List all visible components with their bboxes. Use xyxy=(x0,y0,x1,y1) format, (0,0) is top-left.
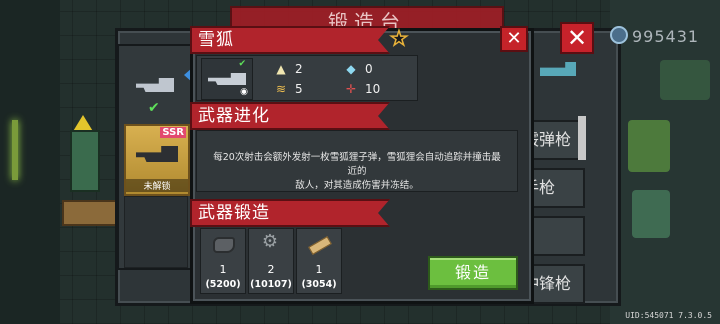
crosshair-icon: ✛ xyxy=(345,82,357,96)
version-label: UID:545071 7.3.0.5 xyxy=(625,311,712,320)
evolution-ribbon: 武器进化 xyxy=(190,102,390,130)
favorite-star-button[interactable]: ★ xyxy=(386,25,412,51)
wall-lamp xyxy=(12,120,18,180)
scrollbar[interactable] xyxy=(578,116,586,160)
material-slot[interactable]: 1 (3054) xyxy=(296,228,342,294)
forge-panel-close-button[interactable]: ✕ xyxy=(560,22,594,54)
star-icon: ★ xyxy=(389,25,408,51)
machine-decoration xyxy=(632,190,670,238)
bullet-icon: ▲ xyxy=(276,62,286,76)
rifle-icon xyxy=(208,73,246,85)
energy-value: 0 xyxy=(365,62,373,76)
close-button[interactable]: ✕ xyxy=(500,26,528,52)
energy-crystal-icon: ◆ xyxy=(346,62,356,76)
plant-decoration xyxy=(628,120,670,172)
eye-icon[interactable]: ◉ xyxy=(240,87,248,97)
weapon-stats: ✔ ◉ ▲ 2 ◆ 0 ≋ 5 ✛ 10 xyxy=(196,55,418,101)
weapon-thumbnail[interactable]: ✔ ◉ xyxy=(201,58,253,100)
forge-ribbon: 武器锻造 xyxy=(190,199,390,227)
material-slot[interactable]: 1 (5200) xyxy=(200,228,246,294)
gem-counter: 995431 xyxy=(610,26,699,46)
weapon-slot-empty[interactable] xyxy=(124,196,188,268)
weapon-slot-selected[interactable]: ✔ xyxy=(124,60,186,120)
weapon-name-ribbon: 雪狐 xyxy=(190,26,390,54)
material-qty: 1 xyxy=(315,263,323,276)
rifle-icon xyxy=(136,78,174,92)
description-line: 每20次射击会额外发射一枚雪狐狸子弹，雪狐狸会自动追踪并撞击最近的 xyxy=(213,152,501,177)
lock-status: 未解锁 xyxy=(126,179,188,192)
check-circle-icon: ✔ xyxy=(238,59,246,69)
crit-stat: ✛ 10 xyxy=(345,82,380,96)
crit-value: 10 xyxy=(365,82,381,96)
speed-icon: ≋ xyxy=(275,82,287,96)
damage-value: 2 xyxy=(295,62,303,76)
speed-stat: ≋ 5 xyxy=(275,82,303,96)
material-qty: 1 xyxy=(219,263,227,276)
rarity-badge: SSR xyxy=(160,127,186,138)
energy-stat: ◆ 0 xyxy=(345,62,373,76)
description-line: 敌人，对其造成伤害并冻结。 xyxy=(295,180,419,191)
material-qty: 2 xyxy=(267,263,275,276)
material-slot[interactable]: ⚙ 2 (10107) xyxy=(248,228,294,294)
forge-button[interactable]: 锻造 xyxy=(428,256,518,290)
weapon-list: ✔ SSR 未解锁 xyxy=(117,44,193,270)
machine-decoration-2 xyxy=(660,60,710,100)
gem-icon xyxy=(610,26,628,44)
gear-icon: ⚙ xyxy=(261,231,279,252)
weapon-slot-locked[interactable]: SSR 未解锁 xyxy=(124,124,190,196)
gem-count: 995431 xyxy=(632,27,700,46)
green-barrel xyxy=(70,130,100,192)
checkmark-icon: ✔ xyxy=(148,100,160,116)
evolution-description: 每20次射击会额外发射一枚雪狐狸子弹，雪狐狸会自动追踪并撞击最近的 敌人，对其造… xyxy=(196,130,518,192)
left-wall xyxy=(0,0,60,324)
material-owned: (3054) xyxy=(301,279,337,290)
rifle-icon xyxy=(136,146,178,162)
speed-value: 5 xyxy=(295,82,303,96)
ore-icon xyxy=(213,237,235,253)
damage-stat: ▲ 2 xyxy=(275,62,303,76)
plank-icon xyxy=(308,236,332,255)
